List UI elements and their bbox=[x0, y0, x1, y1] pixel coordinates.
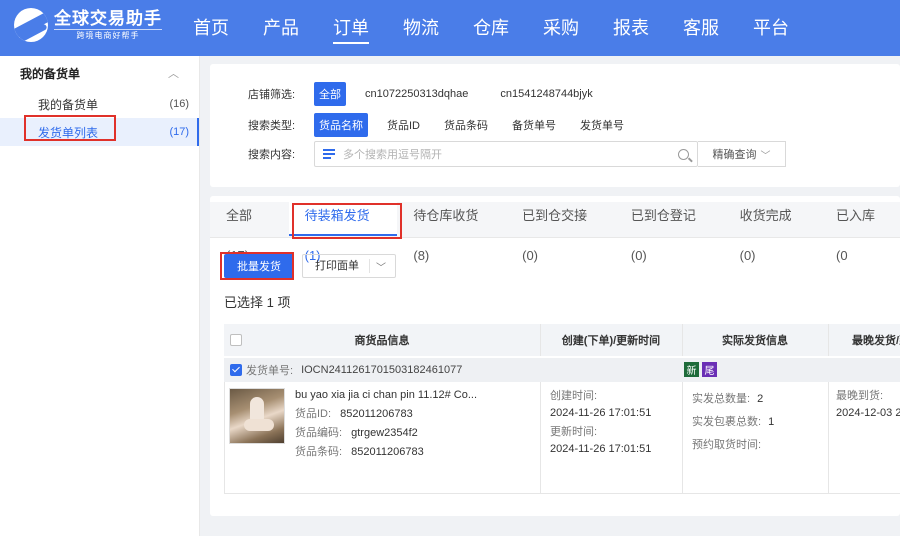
nav-service[interactable]: 客服 bbox=[666, 0, 736, 56]
store-filter-row: 店铺筛选: 全部 cn1072250313dqhae cn1541248744b… bbox=[248, 82, 612, 106]
sidebar-item-count: (16) bbox=[169, 98, 189, 110]
print-sheet-button[interactable]: 打印面单 ﹀ bbox=[302, 254, 396, 278]
product-barcode-value: 852011206783 bbox=[351, 446, 424, 458]
search-icon[interactable] bbox=[678, 148, 689, 160]
nav-platform[interactable]: 平台 bbox=[736, 0, 806, 56]
precise-query-dropdown[interactable]: 精确查询 ﹀ bbox=[698, 141, 786, 167]
search-content-label: 搜索内容: bbox=[248, 149, 296, 161]
tab-arrived-registered[interactable]: 已到仓登记(0) bbox=[615, 196, 724, 263]
chevron-down-icon[interactable]: ﹀ bbox=[370, 259, 392, 274]
product-thumbnail[interactable] bbox=[229, 388, 285, 444]
tab-all[interactable]: 全部(17) bbox=[210, 196, 289, 263]
product-info: bu yao xia jia ci chan pin 11.12# Co... … bbox=[295, 386, 477, 462]
created-time: 创建时间: 2024-11-26 17:01:51 bbox=[550, 388, 651, 422]
filter-panel: 店铺筛选: 全部 cn1072250313dqhae cn1541248744b… bbox=[210, 64, 900, 187]
chevron-down-icon: ﹀ bbox=[760, 150, 771, 162]
created-time-value: 2024-11-26 17:01:51 bbox=[550, 407, 652, 419]
batch-ship-button[interactable]: 批量发货 bbox=[224, 254, 294, 278]
product-title[interactable]: bu yao xia jia ci chan pin 11.12# Co... bbox=[295, 386, 477, 405]
search-type-product-name[interactable]: 货品名称 bbox=[314, 113, 368, 137]
product-id-label: 货品ID: bbox=[295, 408, 332, 420]
store-filter-label: 店铺筛选: bbox=[248, 89, 296, 101]
main-nav: 首页 产品 订单 物流 仓库 采购 报表 客服 平台 bbox=[176, 0, 806, 56]
tail-tag: 尾 bbox=[702, 362, 717, 377]
print-sheet-label: 打印面单 bbox=[303, 259, 370, 273]
product-code-label: 货品编码: bbox=[295, 427, 343, 439]
sidebar: 我的备货单 ︿ 我的备货单 (16) 发货单列表 (17) bbox=[0, 56, 200, 536]
nav-reports[interactable]: 报表 bbox=[596, 0, 666, 56]
search-content-row: 搜索内容: 多个搜索用逗号隔开 精确查询 ﹀ bbox=[248, 141, 786, 167]
package-total-label: 实发包裹总数: bbox=[692, 416, 762, 428]
nav-products[interactable]: 产品 bbox=[246, 0, 316, 56]
search-type-label: 搜索类型: bbox=[248, 120, 296, 132]
table-row: bu yao xia jia ci chan pin 11.12# Co... … bbox=[224, 382, 900, 494]
sidebar-item-shipment-list[interactable]: 发货单列表 (17) bbox=[0, 118, 199, 146]
search-placeholder: 多个搜索用逗号隔开 bbox=[343, 149, 442, 161]
search-input[interactable]: 多个搜索用逗号隔开 bbox=[314, 141, 698, 167]
tab-arrived-handover[interactable]: 已到仓交接(0) bbox=[506, 196, 615, 263]
col-product-info: 商货品信息 bbox=[354, 335, 410, 347]
status-tabs: 全部(17) 待装箱发货(1) 待仓库收货(8) 已到仓交接(0) 已到仓登记(… bbox=[210, 196, 900, 263]
new-tag: 新 bbox=[684, 362, 699, 377]
nav-logistics[interactable]: 物流 bbox=[386, 0, 456, 56]
ship-total-label: 实发总数量: bbox=[692, 393, 751, 405]
logo-icon bbox=[14, 8, 48, 42]
sidebar-item-label: 我的备货单 bbox=[38, 97, 99, 112]
tab-pending-pack-ship[interactable]: 待装箱发货(1) bbox=[288, 196, 398, 263]
pickup-time-label: 预约取货时间: bbox=[692, 439, 762, 451]
tab-receipt-complete[interactable]: 收货完成(0) bbox=[724, 196, 820, 263]
sidebar-group-header[interactable]: 我的备货单 ︿ bbox=[0, 58, 199, 88]
precise-query-label: 精确查询 bbox=[712, 149, 757, 161]
top-nav-bar: 全球交易助手 跨境电商好帮手 首页 产品 订单 物流 仓库 采购 报表 客服 平… bbox=[0, 0, 900, 56]
search-type-barcode[interactable]: 货品条码 bbox=[439, 113, 493, 137]
product-barcode-label: 货品条码: bbox=[295, 446, 343, 458]
updated-time-label: 更新时间: bbox=[550, 426, 598, 438]
tab-stocked-in[interactable]: 已入库(0 bbox=[820, 196, 900, 263]
logo-title: 全球交易助手 bbox=[54, 8, 162, 28]
row-checkbox[interactable] bbox=[230, 364, 242, 376]
shipment-group-row: 发货单号: IOCN241126170150318246107​7 新 尾 bbox=[224, 358, 900, 382]
created-time-label: 创建时间: bbox=[550, 390, 598, 402]
package-total-value: 1 bbox=[768, 416, 775, 428]
store-chip[interactable]: cn1072250313dqhae bbox=[360, 84, 473, 104]
list-icon bbox=[323, 149, 335, 159]
search-type-product-id[interactable]: 货品ID bbox=[382, 113, 425, 137]
shipping-info: 实发总数量: 2 实发包裹总数: 1 预约取货时间: bbox=[692, 388, 774, 457]
sidebar-item-label: 发货单列表 bbox=[38, 125, 99, 140]
shipment-list-panel: 全部(17) 待装箱发货(1) 待仓库收货(8) 已到仓交接(0) 已到仓登记(… bbox=[210, 196, 900, 516]
store-chip-all[interactable]: 全部 bbox=[314, 82, 346, 106]
col-created-updated: 创建(下单)/更新时间 bbox=[561, 335, 661, 347]
updated-time: 更新时间: 2024-11-26 17:01:51 bbox=[550, 424, 651, 458]
logo-subtitle: 跨境电商好帮手 bbox=[54, 28, 162, 42]
updated-time-value: 2024-11-26 17:01:51 bbox=[550, 443, 652, 455]
product-id-value: 852011206783 bbox=[340, 408, 413, 420]
search-type-shipment-no[interactable]: 发货单号 bbox=[575, 113, 629, 137]
nav-orders[interactable]: 订单 bbox=[316, 0, 386, 56]
shipment-no-value: IOCN241126170150318246107​7 bbox=[301, 364, 463, 376]
store-chip[interactable]: cn1541248744bjyk bbox=[495, 84, 597, 104]
latest-arrival-value: 2024-12-03 23: bbox=[836, 407, 900, 419]
shipment-no-label: 发货单号: bbox=[246, 365, 294, 377]
col-latest-ship: 最晚发货/到 bbox=[852, 335, 900, 347]
app-logo[interactable]: 全球交易助手 跨境电商好帮手 bbox=[14, 8, 162, 42]
sidebar-item-my-stock-orders[interactable]: 我的备货单 (16) bbox=[0, 90, 199, 118]
col-shipping-info: 实际发货信息 bbox=[722, 335, 788, 347]
selection-count: 已选择 1 项 bbox=[224, 295, 291, 310]
latest-arrival-label: 最晚到货: bbox=[836, 390, 884, 402]
nav-warehouse[interactable]: 仓库 bbox=[456, 0, 526, 56]
nav-purchase[interactable]: 采购 bbox=[526, 0, 596, 56]
sidebar-item-count: (17) bbox=[169, 126, 189, 138]
ship-total-value: 2 bbox=[757, 393, 764, 405]
latest-arrival: 最晚到货: 2024-12-03 23: bbox=[836, 388, 900, 422]
tab-pending-warehouse-receipt[interactable]: 待仓库收货(8) bbox=[397, 196, 506, 263]
table-header: 商货品信息 创建(下单)/更新时间 实际发货信息 最晚发货/到 bbox=[224, 324, 900, 356]
search-type-stock-order-no[interactable]: 备货单号 bbox=[507, 113, 561, 137]
chevron-up-icon[interactable]: ︿ bbox=[168, 65, 179, 81]
sidebar-group-title: 我的备货单 bbox=[20, 66, 81, 81]
product-code-value: gtrgew2354f2 bbox=[351, 427, 418, 439]
nav-home[interactable]: 首页 bbox=[176, 0, 246, 56]
search-type-row: 搜索类型: 货品名称 货品ID 货品条码 备货单号 发货单号 bbox=[248, 113, 643, 137]
